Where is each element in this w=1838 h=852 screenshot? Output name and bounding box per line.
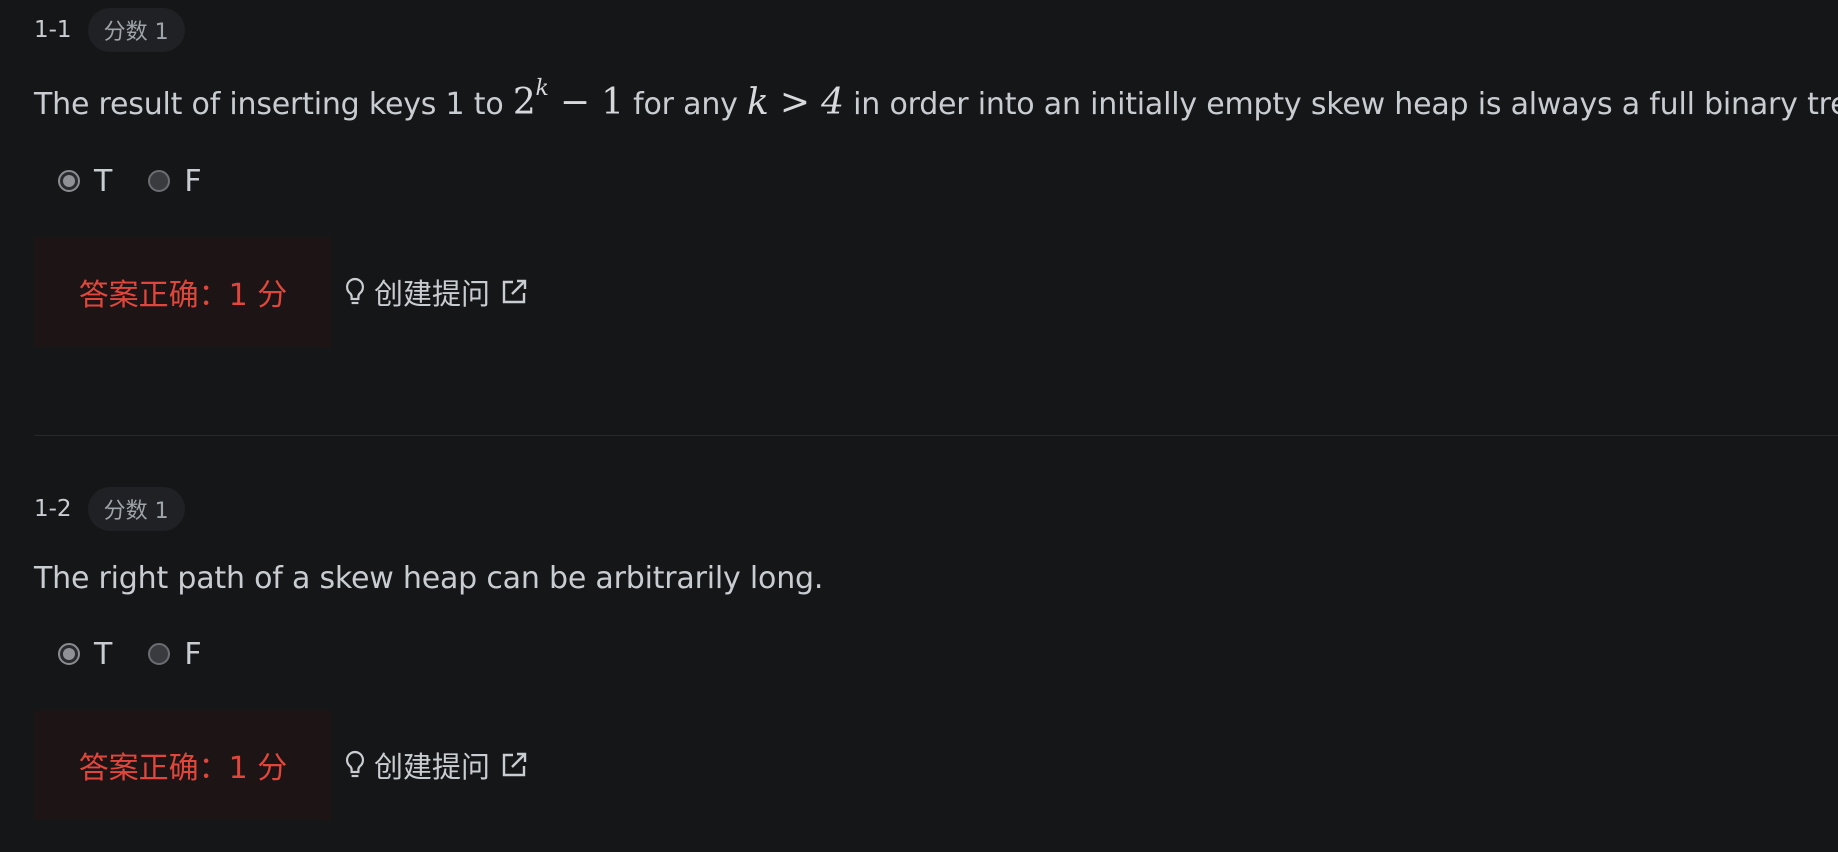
radio-button-checked[interactable] [58, 643, 80, 665]
option-true[interactable]: T [58, 637, 112, 672]
question-1-2: 1-2 分数 1 The right path of a skew heap c… [34, 485, 1838, 820]
result-status: 答案正确：1 分 [34, 237, 332, 347]
question-number: 1-1 [34, 17, 72, 43]
answer-options: T F [58, 161, 1838, 201]
radio-button[interactable] [148, 170, 171, 192]
result-status: 答案正确：1 分 [34, 710, 332, 820]
math-expression: k > 4 [747, 82, 844, 123]
create-question-link[interactable]: 创建提问 [344, 744, 528, 786]
question-text-part: for any [623, 87, 748, 122]
question-text: The result of inserting keys 1 to 2k − 1… [34, 76, 1838, 123]
option-label: T [94, 163, 113, 199]
question-header: 1-2 分数 1 [34, 485, 1838, 533]
option-label: F [184, 636, 202, 672]
question-1-1: 1-1 分数 1 The result of inserting keys 1 … [34, 6, 1838, 347]
divider [34, 435, 1838, 436]
question-text-part: in order into an initially empty skew he… [843, 87, 1838, 122]
option-label: F [184, 163, 202, 199]
create-question-label: 创建提问 [374, 277, 491, 311]
math-expression: 2k − 1 [512, 76, 624, 123]
create-question-label: 创建提问 [374, 750, 491, 784]
score-badge: 分数 1 [87, 487, 185, 531]
question-list: 1-1 分数 1 The result of inserting keys 1 … [0, 0, 1838, 852]
radio-button-checked[interactable] [58, 170, 80, 192]
external-link-icon [500, 751, 528, 779]
radio-button[interactable] [148, 643, 171, 665]
question-number: 1-2 [34, 496, 72, 522]
result-row: 答案正确：1 分 创建提问 [34, 710, 1838, 820]
result-row: 答案正确：1 分 创建提问 [34, 237, 1838, 347]
option-false[interactable]: F [148, 636, 202, 672]
option-true[interactable]: T [58, 164, 112, 199]
option-false[interactable]: F [148, 163, 202, 199]
question-header: 1-1 分数 1 [34, 6, 1838, 54]
option-label: T [94, 636, 113, 672]
external-link-icon [500, 278, 528, 306]
question-text: The right path of a skew heap can be arb… [34, 561, 824, 596]
question-text-part: The result of inserting keys 1 to [34, 87, 513, 122]
create-question-link[interactable]: 创建提问 [344, 271, 528, 313]
lightbulb-icon [344, 277, 366, 307]
lightbulb-icon [344, 750, 366, 780]
answer-options: T F [58, 634, 1838, 674]
score-badge: 分数 1 [87, 8, 185, 52]
